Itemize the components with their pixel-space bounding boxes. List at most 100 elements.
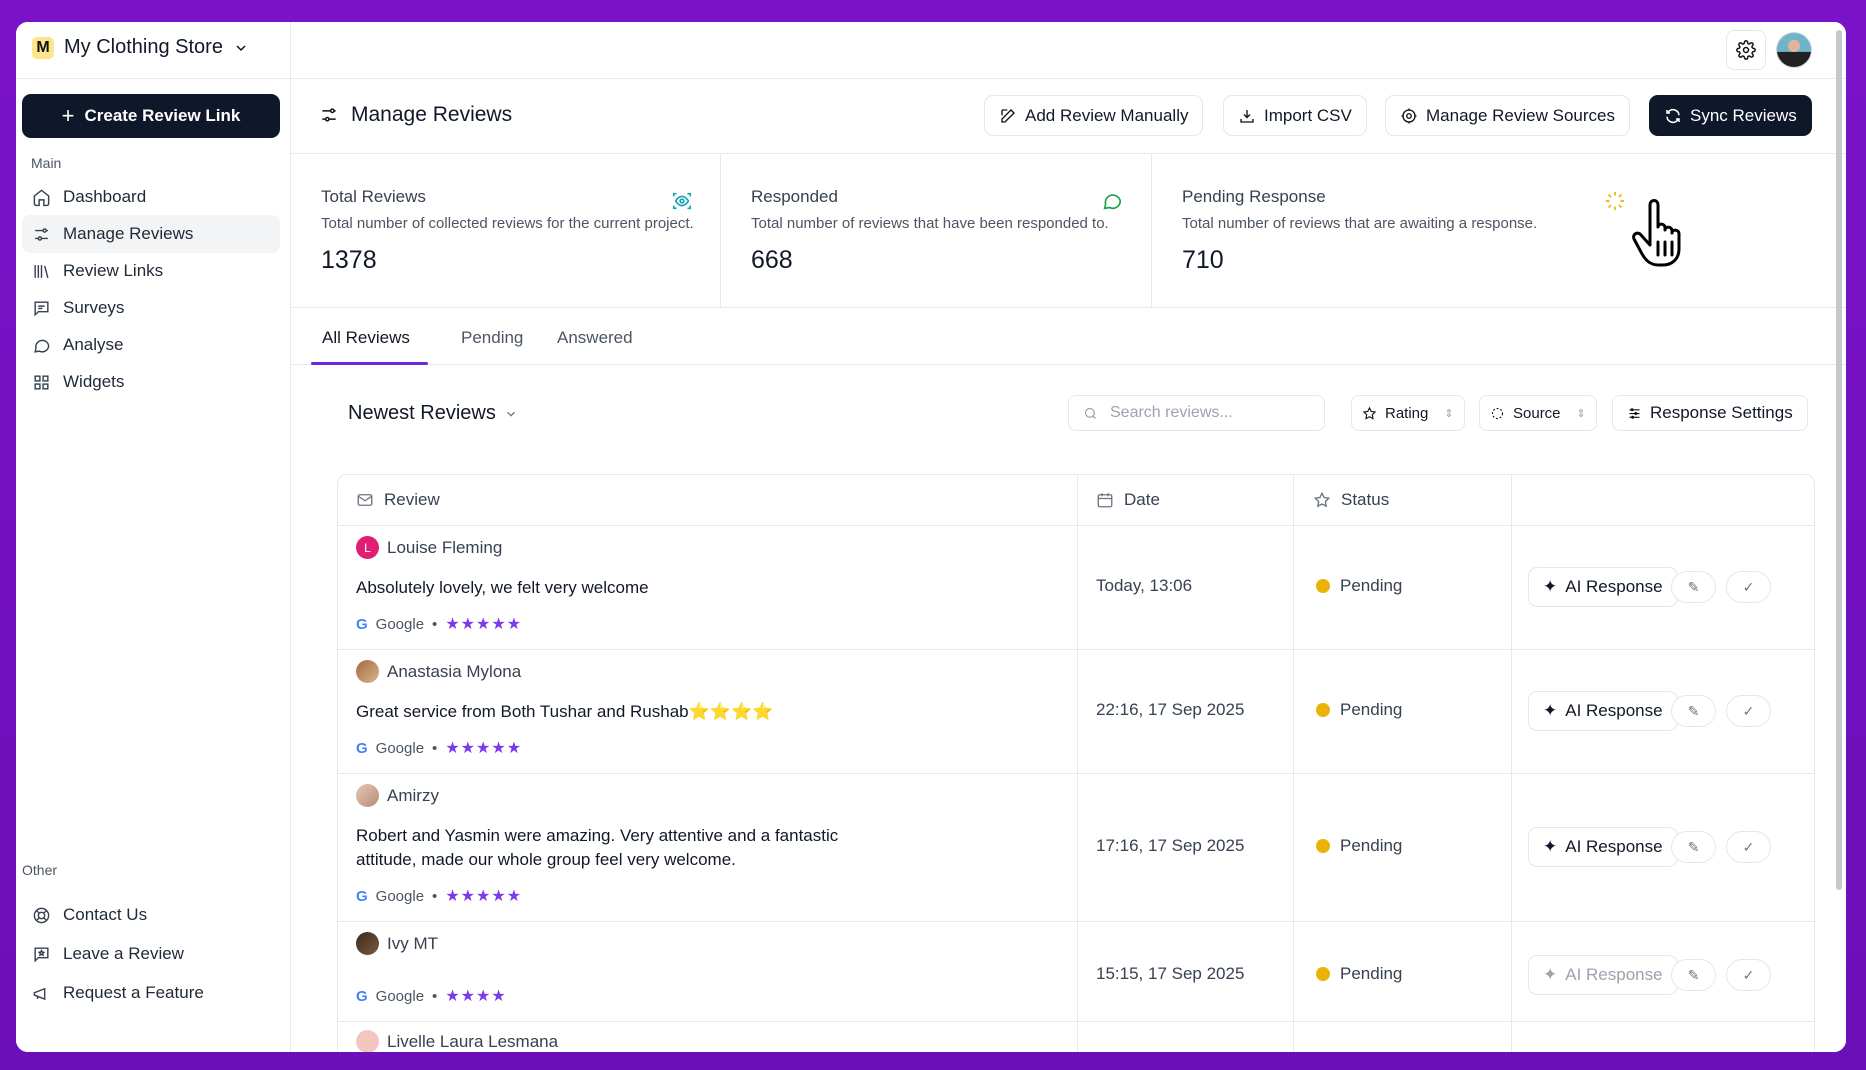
star-rating: ★★★★ [445,988,507,1005]
reviewer: Ivy MT [356,932,438,955]
window-scrollbar[interactable] [1836,30,1842,890]
status-label: Pending [1340,576,1403,595]
google-icon: G [356,887,368,905]
sidebar-item-label: Leave a Review [63,944,184,963]
message-dots-icon [1103,194,1122,210]
source-filter[interactable]: Source ⇕ [1479,395,1597,431]
sidebar-item-dashboard[interactable]: Dashboard [22,178,280,216]
reviewer-name: Anastasia Mylona [387,661,522,681]
sidebar-item-label: Manage Reviews [63,224,194,243]
top-bar: M My Clothing Store [16,22,1846,79]
add-review-manually-label: Add Review Manually [1025,105,1189,125]
edit-icon: ✎ [1687,702,1700,719]
sidebar: + Create Review Link Main Dashboard Mana… [16,79,291,1052]
ai-response-button[interactable]: ✦ AI Response [1528,691,1678,731]
sync-reviews-label: Sync Reviews [1690,105,1797,125]
sidebar-item-widgets[interactable]: Widgets [22,363,280,401]
sidebar-item-label: Contact Us [63,905,148,924]
review-date: 15:15, 17 Sep 2025 [1096,964,1245,983]
review-text: Robert and Yasmin were amazing. Very att… [356,826,839,869]
edit-icon: ✎ [1687,838,1700,855]
ai-response-label: AI Response [1565,701,1663,720]
sidebar-item-surveys[interactable]: Surveys [22,289,280,327]
sidebar-item-label: Analyse [63,335,124,354]
import-csv-button[interactable]: Import CSV [1223,95,1367,136]
sort-dropdown[interactable]: Newest Reviews [348,402,518,425]
mark-answered-button[interactable]: ✓ [1726,695,1771,727]
ai-response-label: AI Response [1565,577,1663,596]
gear-icon [1736,40,1756,60]
sidebar-item-leave-review[interactable]: Leave a Review [22,935,280,973]
sidebar-item-request-feature[interactable]: Request a Feature [22,974,280,1012]
review-icon [34,946,49,963]
sidebar-item-review-links[interactable]: Review Links [22,252,280,290]
stat-description: Total number of reviews that have been r… [751,215,1109,232]
add-review-manually-button[interactable]: Add Review Manually [984,95,1204,136]
manage-review-sources-button[interactable]: Manage Review Sources [1385,95,1630,136]
store-name: My Clothing Store [64,36,223,58]
reviewer: L Louise Fleming [356,536,502,559]
table-row: Livelle Laura Lesmana [338,1021,1814,1052]
star-rating: ★★★★★ [445,888,523,905]
store-switcher[interactable]: M My Clothing Store [32,36,249,59]
app-window: M My Clothing Store + Create Review Link… [16,22,1846,1052]
review-text: Absolutely lovely, we felt very welcome [356,578,649,597]
create-review-link-button[interactable]: + Create Review Link [22,94,280,138]
edit-button[interactable]: ✎ [1671,959,1716,991]
settings-button[interactable] [1726,30,1766,70]
reviewer-name: Amirzy [387,785,439,805]
table-row: Amirzy Robert and Yasmin were amazing. V… [338,773,1814,921]
rating-filter[interactable]: Rating ⇕ [1351,395,1465,431]
stat-card-total: Total Reviews Total number of collected … [291,154,721,308]
review-source: G Google • ★★★★ [356,986,507,1006]
column-header-label: Review [384,490,440,509]
status-badge: Pending [1316,836,1402,856]
ai-response-button[interactable]: ✦ AI Response [1528,955,1678,995]
tab-pending[interactable]: Pending [461,328,523,348]
sidebar-item-label: Dashboard [63,187,147,206]
mark-answered-button[interactable]: ✓ [1726,959,1771,991]
page-title-text: Manage Reviews [351,103,513,126]
tab-all-reviews[interactable]: All Reviews [322,328,410,348]
calendar-icon [1097,493,1113,508]
status-badge: Pending [1316,576,1402,596]
status-label: Pending [1340,964,1403,983]
library-icon [34,264,49,278]
stat-value: 1378 [321,246,377,274]
separator-dot: • [432,615,438,633]
page-title: Manage Reviews [319,103,512,127]
plus-icon: + [61,103,75,128]
ai-response-button[interactable]: ✦ AI Response [1528,827,1678,867]
sparkle-icon: ✦ [1543,701,1558,720]
edit-button[interactable]: ✎ [1671,571,1716,603]
sidebar-item-contact-us[interactable]: Contact Us [22,896,280,934]
response-settings-button[interactable]: Response Settings [1612,395,1808,431]
edit-button[interactable]: ✎ [1671,831,1716,863]
sparkle-icon: ✦ [1543,837,1558,856]
status-label: Pending [1340,700,1403,719]
sync-reviews-button[interactable]: Sync Reviews [1649,95,1812,136]
source-name: Google [375,887,425,905]
rating-filter-label: Rating [1385,404,1429,422]
mark-answered-button[interactable]: ✓ [1726,571,1771,603]
settings-list-icon [1629,407,1640,419]
tab-answered[interactable]: Answered [557,328,633,348]
stat-description: Total number of collected reviews for th… [321,215,694,232]
sidebar-section-other: Other [22,862,58,878]
review-source: G Google • ★★★★★ [356,738,522,758]
stat-value: 668 [751,246,793,274]
search-input[interactable] [1110,404,1300,422]
edit-icon: ✎ [1687,966,1700,983]
sidebar-item-manage-reviews[interactable]: Manage Reviews [22,215,280,253]
mark-answered-button[interactable]: ✓ [1726,831,1771,863]
sidebar-item-analyse[interactable]: Analyse [22,326,280,364]
google-icon: G [356,987,368,1005]
sidebar-item-label: Widgets [63,372,125,391]
edit-button[interactable]: ✎ [1671,695,1716,727]
ai-response-button[interactable]: ✦ AI Response [1528,567,1678,607]
main-content: Manage Reviews Add Review Manually Impor… [291,79,1846,1052]
review-date: Today, 13:06 [1096,576,1193,595]
user-avatar[interactable] [1776,32,1812,68]
check-icon: ✓ [1742,838,1755,855]
stat-title: Responded [751,187,838,206]
